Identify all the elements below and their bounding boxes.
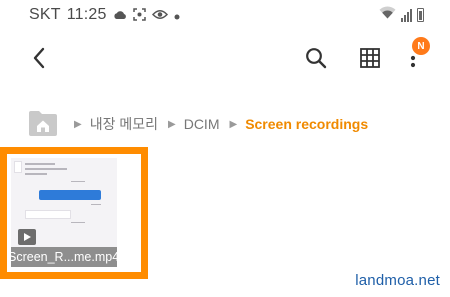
breadcrumb-item-screen-recordings[interactable]: Screen recordings: [245, 116, 368, 132]
carrier-label: SKT: [29, 6, 61, 23]
file-tile[interactable]: Screen_R...me.mp4: [0, 147, 148, 279]
search-button[interactable]: [301, 43, 331, 73]
chat-bubble: [39, 190, 101, 200]
chevron-right-icon: ▶: [229, 118, 238, 130]
back-arrow-icon: [33, 47, 45, 69]
toolbar: [0, 30, 450, 86]
status-bar: SKT 11:25: [0, 0, 450, 30]
file-name-bar: Screen_R...me.mp4: [11, 247, 117, 267]
breadcrumb-item-internal-storage[interactable]: 내장 메모리: [90, 114, 158, 134]
battery-icon: [417, 8, 424, 22]
signal-icon: [401, 8, 412, 22]
chevron-right-icon: ▶: [74, 118, 82, 130]
back-button[interactable]: [24, 43, 54, 73]
eye-icon: [151, 9, 168, 22]
grid-view-icon: [360, 48, 380, 68]
file-name: Screen_R...me.mp4: [11, 250, 117, 264]
home-folder-icon[interactable]: [28, 109, 58, 139]
video-thumbnail: [11, 158, 117, 247]
grid-view-button[interactable]: [355, 43, 385, 73]
clock: 11:25: [66, 6, 107, 23]
cloud-icon: [113, 9, 127, 22]
notification-badge: N: [412, 37, 430, 55]
breadcrumb: ▶ 내장 메모리 ▶ DCIM ▶ Screen recordings: [28, 106, 378, 142]
play-icon: [18, 229, 36, 245]
dot-icon: [174, 9, 180, 22]
breadcrumb-item-dcim[interactable]: DCIM: [184, 116, 220, 132]
wifi-icon: [379, 6, 396, 24]
watermark: landmoa.net: [355, 272, 440, 289]
status-right: [379, 6, 424, 24]
screenshot-icon: [132, 7, 146, 23]
search-icon: [306, 48, 327, 69]
status-left: SKT 11:25: [29, 6, 180, 24]
chevron-right-icon: ▶: [168, 118, 176, 130]
